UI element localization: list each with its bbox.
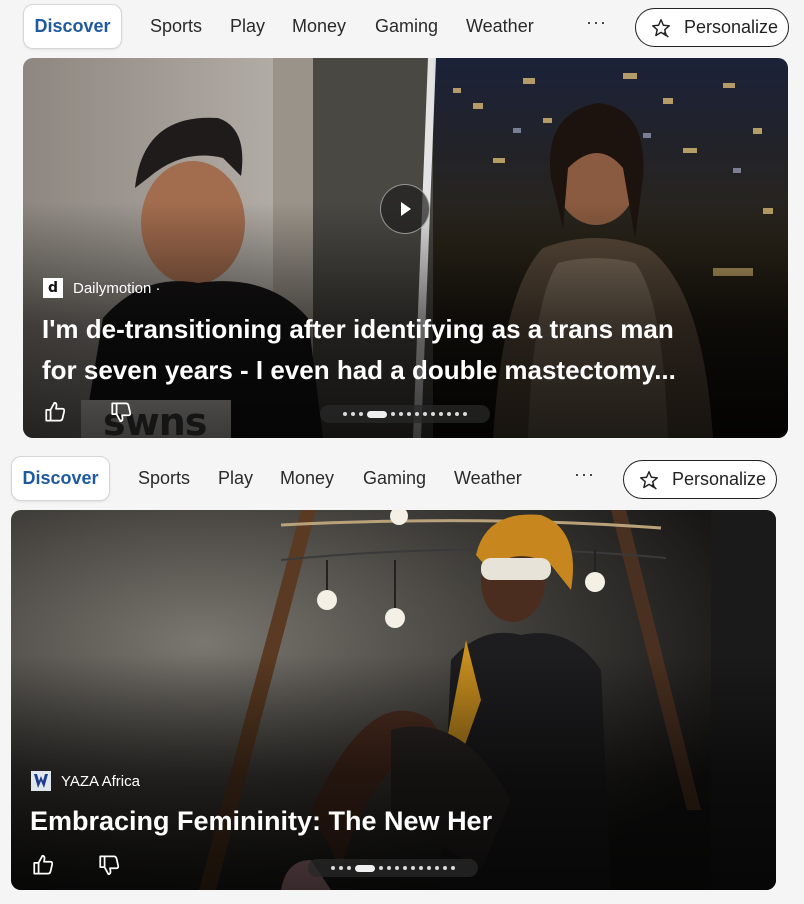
card-pager[interactable] (320, 405, 490, 423)
thumbs-down-icon[interactable] (109, 399, 135, 425)
feed-panel-bottom: Discover Sports Play Money Gaming Weathe… (0, 452, 804, 904)
pager-dot[interactable] (443, 866, 447, 870)
star-personalize-icon (640, 470, 658, 490)
pager-dot[interactable] (351, 412, 355, 416)
pager-dot[interactable] (343, 412, 347, 416)
pager-dot[interactable] (415, 412, 419, 416)
personalize-label: Personalize (684, 17, 779, 37)
pager-dot[interactable] (387, 866, 391, 870)
news-card[interactable]: YAZA Africa Embracing Femininity: The Ne… (11, 510, 776, 890)
pager-dot[interactable] (347, 866, 351, 870)
top-nav-bar: Discover Sports Play Money Gaming Weathe… (0, 452, 804, 508)
pager-dot[interactable] (431, 412, 435, 416)
pager-dot[interactable] (427, 866, 431, 870)
pager-dot[interactable] (447, 412, 451, 416)
pager-dot[interactable] (399, 412, 403, 416)
nav-more-button[interactable]: ··· (586, 12, 607, 33)
nav-gaming-tab[interactable]: Gaming (363, 468, 426, 489)
logo-letter: d (47, 280, 59, 296)
thumbs-down-icon[interactable] (97, 852, 123, 878)
personalize-label: Personalize (672, 469, 767, 489)
feed-panel-top: Discover Sports Play Money Gaming Weathe… (0, 0, 804, 452)
nav-sports-tab[interactable]: Sports (138, 468, 190, 489)
source-name: Dailymotion · (73, 279, 161, 297)
pager-dot[interactable] (359, 412, 363, 416)
news-card-video[interactable]: swns d Dailymotion · I'm de-transitionin… (23, 58, 788, 438)
pager-dot[interactable] (419, 866, 423, 870)
pager-dot-active[interactable] (367, 410, 387, 418)
dailymotion-logo: d (43, 278, 63, 298)
nav-play-tab[interactable]: Play (218, 468, 253, 489)
pager-dot[interactable] (411, 866, 415, 870)
personalize-button[interactable]: Personalize (623, 460, 777, 499)
pager-dot[interactable] (463, 412, 467, 416)
nav-discover-tab[interactable]: Discover (11, 456, 110, 501)
pager-dot[interactable] (379, 866, 383, 870)
pager-dot[interactable] (455, 412, 459, 416)
thumbs-up-icon[interactable] (43, 399, 69, 425)
yaza-africa-logo (31, 771, 51, 791)
nav-money-tab[interactable]: Money (280, 468, 334, 489)
play-video-button[interactable] (380, 184, 430, 234)
nav-weather-tab[interactable]: Weather (454, 468, 522, 489)
pager-dot[interactable] (331, 866, 335, 870)
thumbs-up-icon[interactable] (31, 852, 57, 878)
source-name: YAZA Africa (61, 772, 140, 790)
card-headline[interactable]: I'm de-transitioning after identifying a… (42, 309, 676, 391)
pager-dot[interactable] (423, 412, 427, 416)
nav-money-tab[interactable]: Money (292, 16, 346, 37)
nav-play-tab[interactable]: Play (230, 16, 265, 37)
nav-more-button[interactable]: ··· (574, 464, 595, 485)
pager-dot[interactable] (407, 412, 411, 416)
nav-discover-tab[interactable]: Discover (23, 4, 122, 49)
card-source[interactable]: d Dailymotion · (43, 278, 161, 298)
yaza-logo-mark-icon (34, 774, 48, 788)
headline-line-1: I'm de-transitioning after identifying a… (42, 314, 674, 344)
play-icon (401, 202, 411, 216)
pager-dot[interactable] (439, 412, 443, 416)
pager-dot[interactable] (395, 866, 399, 870)
pager-dot[interactable] (391, 412, 395, 416)
pager-dot[interactable] (403, 866, 407, 870)
headline-line-2: for seven years - I even had a double ma… (42, 355, 676, 385)
star-personalize-icon (652, 18, 670, 38)
pager-dot[interactable] (435, 866, 439, 870)
pager-dot-active[interactable] (355, 864, 375, 872)
pager-dot[interactable] (339, 866, 343, 870)
nav-gaming-tab[interactable]: Gaming (375, 16, 438, 37)
nav-sports-tab[interactable]: Sports (150, 16, 202, 37)
card-headline[interactable]: Embracing Femininity: The New Her (30, 801, 492, 842)
pager-dot[interactable] (451, 866, 455, 870)
card-pager[interactable] (308, 859, 478, 877)
card-source[interactable]: YAZA Africa (31, 771, 140, 791)
personalize-button[interactable]: Personalize (635, 8, 789, 47)
top-nav-bar: Discover Sports Play Money Gaming Weathe… (0, 0, 804, 56)
nav-weather-tab[interactable]: Weather (466, 16, 534, 37)
